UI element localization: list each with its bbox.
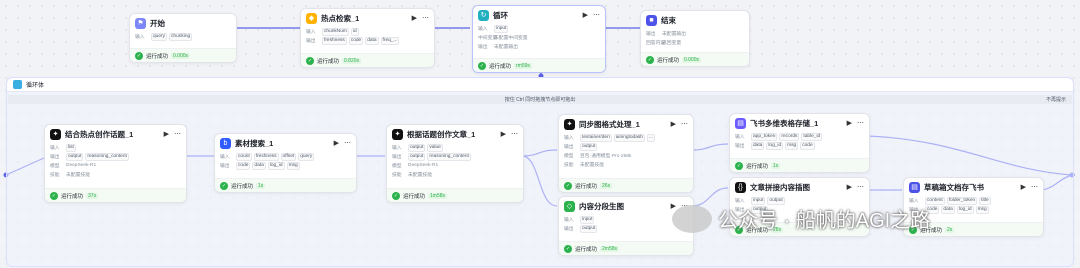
more-icon[interactable]: ⋯ xyxy=(344,139,351,147)
loop-node[interactable]: ↻ 循环 ▶ ⋯ 输入 input 中间变量 未配置中间变量 输出 未配置输出 ✓ 运行成功 r… xyxy=(472,5,606,73)
loop-body-title: 循环体 xyxy=(26,83,45,89)
format-llm-node[interactable]: ✦ 同步图格式处理_1 ▶ ⋯ 输入 textainer/den ainingtodash… xyxy=(558,114,694,193)
more-icon[interactable]: ⋯ xyxy=(593,11,600,19)
material-search-node[interactable]: b 素材搜索_1 ▶ ⋯ 输入 count freshness offset query 输出… xyxy=(214,133,357,193)
article-llm-node[interactable]: ✦ 根据话题创作文章_1 ▶ ⋯ 输入 output value 输出 output reas… xyxy=(386,124,524,203)
end-icon: ■ xyxy=(646,14,657,26)
more-icon[interactable]: ⋯ xyxy=(857,183,864,191)
check-icon: ✓ xyxy=(478,61,486,70)
search-icon: b xyxy=(220,137,231,149)
more-icon[interactable]: ⋯ xyxy=(511,130,518,138)
status-bar[interactable]: ✓ 运行成功 37s xyxy=(45,188,186,202)
more-icon[interactable]: ⋯ xyxy=(1031,183,1038,191)
feishu-icon: ▤ xyxy=(909,181,920,193)
loop-body-icon xyxy=(13,80,22,89)
check-icon: ✓ xyxy=(646,55,654,64)
plugin-icon: ◆ xyxy=(306,12,317,24)
workflow-icon: ◇ xyxy=(564,200,575,212)
check-icon: ✓ xyxy=(220,181,228,190)
play-icon[interactable]: ▶ xyxy=(1021,183,1026,191)
status-bar[interactable]: ✓ 运行成功 2m58s xyxy=(559,241,693,255)
loop-icon: ↻ xyxy=(478,9,489,21)
more-icon[interactable]: ⋯ xyxy=(681,120,688,128)
status-bar[interactable]: ✓ 运行成功 0.000s xyxy=(130,48,236,62)
wechat-logo-icon xyxy=(672,204,712,233)
play-icon[interactable]: ▶ xyxy=(334,139,339,147)
status-bar[interactable]: ✓ 运行成功 0.820s xyxy=(301,53,434,67)
status-bar[interactable]: ✓ 运行成功 26s xyxy=(559,178,693,192)
check-icon: ✓ xyxy=(564,244,572,253)
status-bar[interactable]: ✓ 运行成功 1s xyxy=(215,178,356,192)
play-icon[interactable]: ▶ xyxy=(164,130,169,138)
status-bar[interactable]: ✓ 运行成功 1s xyxy=(730,158,869,172)
play-icon[interactable]: ▶ xyxy=(847,119,852,127)
play-icon[interactable]: ▶ xyxy=(412,14,417,22)
more-icon[interactable]: ⋯ xyxy=(422,14,429,22)
dismiss-hint-link[interactable]: 不再提示 xyxy=(1046,96,1066,103)
play-icon[interactable]: ▶ xyxy=(847,183,852,191)
play-icon[interactable]: ▶ xyxy=(583,11,588,19)
check-icon: ✓ xyxy=(735,161,743,170)
code-icon: {} xyxy=(735,181,746,193)
check-icon: ✓ xyxy=(135,51,143,60)
start-icon: ⚑ xyxy=(135,17,146,29)
status-bar[interactable]: ✓ 运行成功 1m58s xyxy=(387,188,523,202)
hot-search-node[interactable]: ◆ 热点检索_1 ▶ ⋯ 输入 chunkNum id 输出 freshness code da… xyxy=(300,8,435,68)
start-node[interactable]: ⚑ 开始 输入 query chunking ✓ 运行成功 0.000s xyxy=(129,13,237,63)
feishu-icon: ▤ xyxy=(735,117,746,129)
check-icon: ✓ xyxy=(564,181,572,190)
check-icon: ✓ xyxy=(306,56,314,65)
check-icon: ✓ xyxy=(50,191,58,200)
node-title: 开始 xyxy=(150,18,165,28)
feishu-table-node[interactable]: ▤ 飞书多维表格存储_1 ▶ ⋯ 输入 app_token records table_id… xyxy=(729,113,870,173)
play-icon[interactable]: ▶ xyxy=(671,120,676,128)
more-icon[interactable]: ⋯ xyxy=(174,130,181,138)
more-icon[interactable]: ⋯ xyxy=(857,119,864,127)
llm-icon: ✦ xyxy=(564,118,575,130)
end-node[interactable]: ■ 结束 输出 未配置输出 回答内容 返回变量 ✓ 运行成功 0.000s xyxy=(640,10,750,67)
llm-icon: ✦ xyxy=(50,128,61,140)
topic-llm-node[interactable]: ✦ 结合热点创作话题_1 ▶ ⋯ 输入 list 输出 output reasoning_c… xyxy=(44,124,187,203)
llm-icon: ✦ xyxy=(392,128,403,140)
status-bar[interactable]: ✓ 运行成功 0.000s xyxy=(641,52,749,66)
drag-hint: 按住 Ctrl 同时拖拽节点即可拖出 不再提示 xyxy=(8,95,1072,104)
check-icon: ✓ xyxy=(392,191,400,200)
play-icon[interactable]: ▶ xyxy=(501,130,506,138)
watermark: 公众号 · 船帆的AGI之路 xyxy=(672,204,930,233)
status-bar[interactable]: ✓ 运行成功 rm59s xyxy=(473,58,605,72)
